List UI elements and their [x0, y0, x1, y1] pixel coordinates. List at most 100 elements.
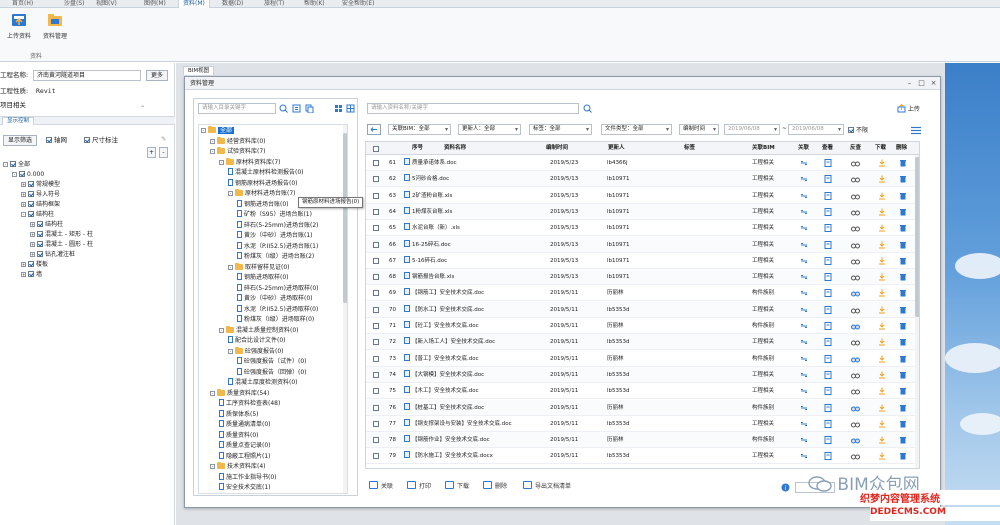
print-button[interactable]: 打印 [407, 481, 431, 493]
dir-tree-node[interactable]: 粉煤灰（I级）进场台账(2) [237, 252, 314, 262]
reverse-lookup-icon[interactable] [851, 306, 860, 314]
download-button[interactable]: 下载 [445, 481, 469, 493]
dir-tree-node[interactable]: 安全技术交底(1) [219, 483, 271, 493]
reverse-lookup-icon[interactable] [851, 436, 860, 444]
maximize-icon[interactable]: □ [917, 79, 926, 88]
tree-expander-icon[interactable]: - [228, 191, 233, 196]
ribbon-tab[interactable]: 沙盘(S) [60, 0, 89, 8]
row-checkbox[interactable] [373, 241, 379, 248]
table-row[interactable]: 71 【砼工】安全技术交底.doc 2019/5/11 历丽林 构件族别 [366, 318, 919, 334]
download-icon[interactable] [878, 241, 886, 249]
model-tree-node[interactable]: + 楼板 [21, 260, 48, 270]
tree-expander-icon[interactable]: - [12, 172, 17, 177]
delete-icon[interactable] [899, 224, 907, 232]
dimension-checkbox[interactable]: 尺寸标注 [84, 134, 118, 146]
close-icon[interactable]: × [929, 79, 938, 88]
link-icon[interactable] [800, 241, 808, 249]
row-checkbox[interactable] [373, 355, 379, 362]
view-icon[interactable] [824, 289, 832, 298]
download-icon[interactable] [878, 224, 886, 232]
dir-tree-node[interactable]: 施工作业指导书(0) [219, 472, 277, 483]
table-row[interactable]: 67 5-16碎石.doc 2019/5/13 lb10971 工程相关 [366, 253, 919, 269]
row-checkbox[interactable] [373, 274, 379, 281]
link-icon[interactable] [800, 338, 808, 346]
tree-expander-icon[interactable]: - [210, 464, 215, 469]
copy-icon[interactable] [305, 104, 314, 113]
dir-tree-node[interactable]: 质量点查记录(0) [219, 441, 271, 451]
table-row[interactable]: 78 【钢筋作业】安全技术交底.doc 2019/5/11 历丽林 构件族别 [366, 432, 919, 449]
row-checkbox[interactable] [373, 371, 379, 378]
model-tree-node[interactable]: + 结构框架 [21, 200, 60, 210]
link-icon[interactable] [800, 371, 808, 379]
delete-icon[interactable] [899, 159, 907, 167]
file-name-link[interactable]: 【普工】安全技术交底.doc [404, 351, 544, 367]
more-button[interactable]: 更多 [146, 70, 168, 81]
table-row[interactable]: 66 16-25碎石.doc 2019/5/13 lb10971 工程相关 [366, 236, 919, 253]
file-name-link[interactable]: 【新入场工人】安全技术交底.doc [404, 334, 544, 350]
tree-check[interactable] [37, 231, 43, 237]
file-name-link[interactable]: 【防水工】安全技术交底.doc [404, 302, 544, 318]
minimize-icon[interactable]: – [905, 79, 914, 88]
link-icon[interactable] [800, 159, 808, 167]
table-row[interactable]: 65 水泥台账（新）.xls 2019/5/13 lb10971 工程相关 [366, 220, 919, 237]
link-icon[interactable] [800, 289, 808, 297]
tree-expander-icon[interactable]: - [228, 348, 233, 354]
file-name-link[interactable]: 5-16碎石.doc [404, 253, 544, 269]
file-name-link[interactable]: 【钢筋工】安全技术交底.doc [404, 285, 544, 301]
dir-tree-node[interactable]: 质量资料(0) [219, 430, 259, 441]
tree-expander-icon[interactable]: - [228, 264, 233, 270]
link-icon[interactable] [800, 355, 808, 363]
doc-manage-button[interactable]: 资料管理 [40, 12, 70, 48]
tree-expander-icon[interactable]: + [21, 262, 26, 267]
dir-tree-node[interactable]: - 经营资料库(0) [210, 136, 266, 147]
grid-icon[interactable] [346, 104, 355, 113]
reverse-lookup-icon[interactable] [851, 322, 860, 330]
tree-check[interactable] [28, 181, 34, 187]
link-icon[interactable] [800, 192, 808, 200]
delete-icon[interactable] [899, 208, 907, 216]
table-row[interactable]: 77 【钢支撑架设与安装】安全技术交底.doc 2019/5/11 lb5353d 工程… [366, 416, 919, 432]
upload-doc-button[interactable]: 上传资料 [4, 12, 34, 48]
model-tree-node[interactable]: + 墙 [21, 270, 42, 280]
download-icon[interactable] [878, 322, 886, 330]
reverse-lookup-icon[interactable] [851, 241, 860, 249]
tree-check[interactable] [19, 171, 25, 177]
row-checkbox[interactable] [373, 160, 379, 166]
bim-filter-select[interactable]: 关联BIM：全部 [388, 124, 451, 135]
link-icon[interactable] [800, 208, 808, 216]
date-to-input[interactable]: 2019/06/08 [788, 124, 844, 135]
project-name-select[interactable]: 济南黄河隧道项目 [33, 70, 141, 81]
file-name-link[interactable]: 2矿渣粉台账.xls [404, 188, 544, 204]
ribbon-tab[interactable]: 图例(M) [140, 0, 170, 8]
file-name-link[interactable]: 【砼工】安全技术交底.doc [404, 318, 544, 334]
download-icon[interactable] [878, 420, 886, 428]
model-tree-node[interactable]: + 结构柱 [30, 220, 63, 230]
tiles-icon[interactable] [334, 104, 343, 113]
download-icon[interactable] [878, 371, 886, 379]
view-icon[interactable] [824, 273, 832, 282]
table-row[interactable]: 69 【钢筋工】安全技术交底.doc 2019/5/11 历丽林 构件族别 [366, 285, 919, 302]
dir-tree-node[interactable]: 钢筋原材料进场报告(0) [228, 178, 298, 189]
dir-tree-node[interactable]: - 全部 [201, 126, 235, 136]
dir-tree-node[interactable]: 碎石(5-25mm)进场取样(0) [237, 283, 319, 294]
row-checkbox[interactable] [373, 192, 379, 199]
table-row[interactable]: 61 质量承诺体系.doc 2019/5/23 lb4366j 工程相关 [366, 155, 919, 171]
tab-display-control[interactable]: 显示控制 [2, 117, 35, 125]
file-name-link[interactable]: 【桩基工】安全技术交底.doc [404, 400, 544, 416]
file-name-link[interactable]: 水泥台账（新）.xls [404, 220, 544, 236]
delete-icon[interactable] [899, 387, 907, 395]
delete-icon[interactable] [899, 371, 907, 379]
table-row[interactable]: 70 【防水工】安全技术交底.doc 2019/5/11 lb5353d 工程相关 [366, 301, 919, 318]
tree-expander-icon[interactable]: + [21, 192, 26, 197]
download-icon[interactable] [878, 355, 886, 363]
dir-tree-node[interactable]: 混凝土原材料检测报告(0) [228, 168, 304, 178]
reverse-lookup-icon[interactable] [851, 224, 860, 232]
expand-all-button[interactable]: + [147, 147, 156, 158]
model-tree-node[interactable]: - 0.000 [12, 170, 44, 180]
dir-search-input[interactable]: 请输入目录关键字 [198, 103, 276, 114]
dir-tree-node[interactable]: 钢筋进场取样(0) [237, 273, 289, 283]
delete-icon[interactable] [899, 322, 907, 330]
tree-expander-icon[interactable]: - [210, 149, 215, 154]
table-row[interactable]: 63 2矿渣粉台账.xls 2019/5/13 lb10971 工程相关 [366, 188, 919, 204]
dir-tree-node[interactable]: - 混凝土质量控制资料(0) [219, 325, 299, 336]
